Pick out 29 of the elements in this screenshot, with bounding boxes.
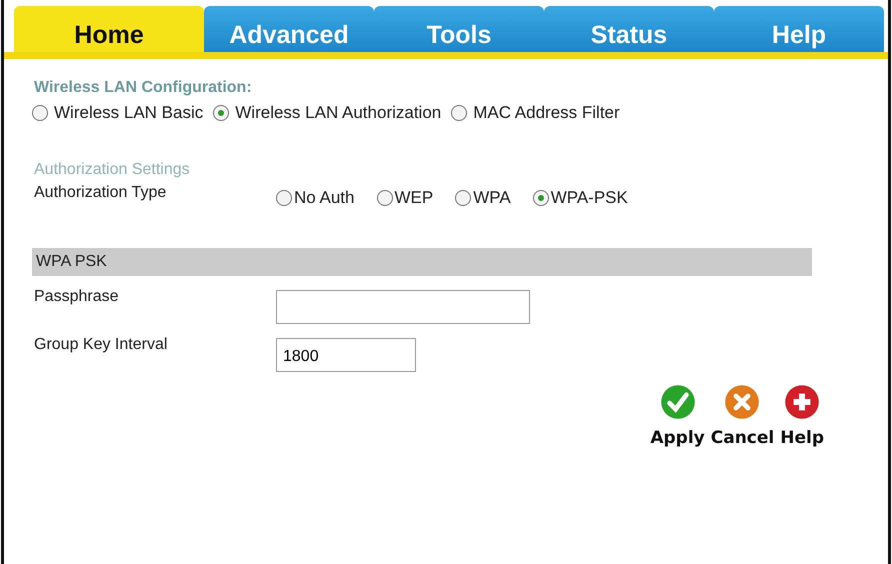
radio-button[interactable] bbox=[455, 190, 472, 206]
field-label: Authorization Type bbox=[34, 184, 168, 202]
radio-label[interactable]: WPA-PSK bbox=[550, 188, 628, 208]
field-label: Group Key Interval bbox=[34, 336, 168, 354]
radio-label[interactable]: MAC Address Filter bbox=[473, 103, 620, 123]
radio-button[interactable] bbox=[276, 190, 292, 206]
radio-label[interactable]: Wireless LAN Authorization bbox=[235, 103, 442, 123]
radio-button[interactable] bbox=[451, 105, 468, 121]
radio-label[interactable]: WPA bbox=[473, 188, 511, 208]
radio-button[interactable] bbox=[532, 190, 549, 206]
input-field[interactable]: 1800 bbox=[276, 338, 416, 372]
field-label: Passphrase bbox=[34, 288, 120, 306]
nav-tab[interactable]: Home bbox=[14, 6, 204, 52]
section-title: Authorization Settings bbox=[34, 161, 191, 179]
radio-label[interactable]: Wireless LAN Basic bbox=[54, 103, 204, 123]
help-button[interactable]: Help bbox=[778, 384, 826, 448]
cancel-button[interactable]: Cancel bbox=[708, 384, 776, 448]
radio-label[interactable]: No Auth bbox=[294, 188, 354, 208]
checkmark-icon bbox=[660, 384, 696, 420]
radio-button[interactable] bbox=[376, 190, 392, 206]
cross-icon bbox=[724, 384, 760, 420]
radio-button[interactable] bbox=[32, 105, 48, 121]
section-title: Wireless LAN Configuration: bbox=[34, 79, 253, 97]
plus-icon bbox=[784, 384, 820, 420]
input-field[interactable] bbox=[276, 290, 530, 324]
apply-button[interactable]: Apply bbox=[648, 384, 707, 448]
section-header: WPA PSK bbox=[32, 248, 812, 276]
radio-button[interactable] bbox=[213, 105, 230, 121]
radio-label[interactable]: WEP bbox=[394, 188, 434, 208]
